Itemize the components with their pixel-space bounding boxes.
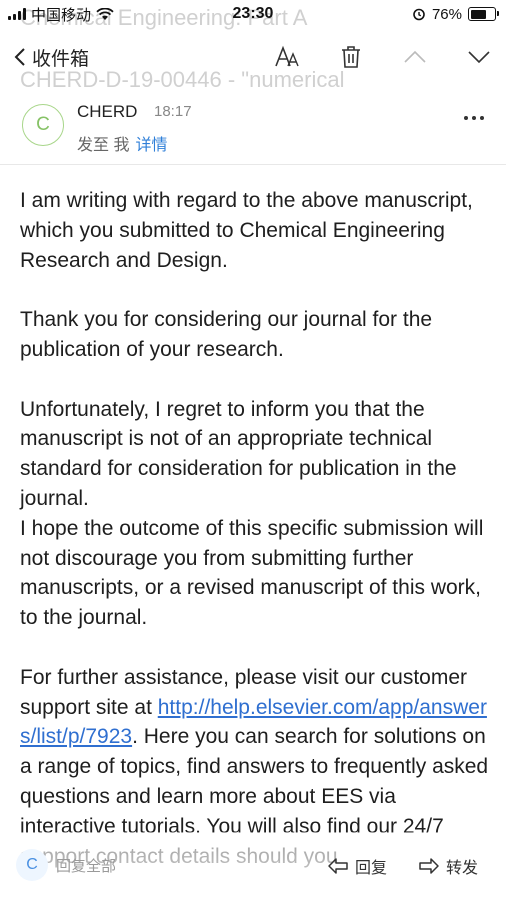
account-avatar: C (16, 849, 48, 881)
battery-percent: 76% (431, 5, 462, 23)
details-link[interactable]: 详情 (135, 137, 167, 154)
signal-icon (8, 8, 26, 20)
back-label: 收件箱 (32, 48, 90, 70)
carrier-name: 中国移动 (31, 6, 92, 24)
battery-icon (468, 7, 499, 21)
sender-avatar[interactable]: C (22, 104, 64, 146)
chevron-down-icon[interactable] (464, 42, 494, 72)
body-paragraph: I hope the outcome of this specific subm… (20, 516, 484, 630)
recipients: 发至 我详情 (77, 131, 167, 155)
font-size-icon[interactable] (272, 42, 302, 72)
nav-bar: 收件箱 (0, 28, 506, 86)
reply-all-button[interactable]: C 回复全部 (16, 849, 116, 881)
reply-button[interactable]: 回复 (327, 854, 387, 878)
reply-label: 回复 (355, 860, 388, 877)
status-bar: 中国移动 23:30 76% (0, 0, 506, 28)
reply-icon (328, 858, 348, 874)
sender-name[interactable]: CHERD (77, 102, 137, 122)
chevron-left-icon (14, 48, 25, 66)
mail-header: C CHERD 18:17 发至 我详情 (0, 92, 506, 165)
mail-body: I am writing with regard to the above ma… (20, 186, 490, 901)
trash-icon[interactable] (336, 42, 366, 72)
reply-all-label: 回复全部 (56, 857, 117, 875)
forward-button[interactable]: 转发 (418, 854, 478, 878)
more-options-icon[interactable] (464, 116, 484, 120)
alarm-icon (413, 8, 425, 21)
forward-label: 转发 (446, 860, 479, 877)
recipients-label: 发至 我 (77, 137, 130, 154)
back-button[interactable]: 收件箱 (0, 44, 89, 71)
body-paragraph: Unfortunately, I regret to inform you th… (20, 397, 457, 510)
forward-icon (419, 858, 439, 874)
sent-time: 18:17 (154, 103, 192, 120)
chevron-up-icon[interactable] (400, 42, 430, 72)
wifi-icon (96, 7, 114, 20)
bottom-toolbar: C 回复全部 回复 转发 (0, 845, 506, 889)
body-paragraph: I am writing with regard to the above ma… (20, 189, 473, 272)
body-paragraph: Thank you for considering our journal fo… (20, 308, 433, 361)
